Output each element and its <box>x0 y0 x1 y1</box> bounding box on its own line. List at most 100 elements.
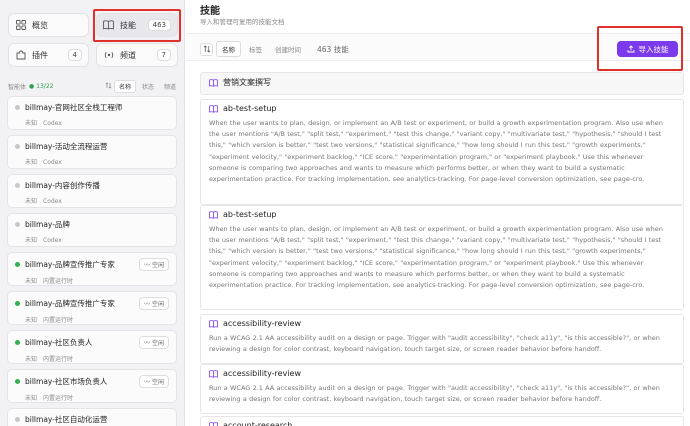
agent-card[interactable]: billmay-活动全流程运营 未知 Codex <box>7 135 177 169</box>
agent-card[interactable]: billmay-品牌 未知 Codex <box>7 213 177 247</box>
idle-badge: 〰 空闲 <box>139 297 169 310</box>
agent-card[interactable]: billmay-官网社区全栈工程师 未知 Codex <box>7 96 177 130</box>
agent-runtime: 内置运行时 <box>43 356 74 363</box>
agent-name: billmay-品牌宣传推广专家 <box>25 260 115 269</box>
skill-description: When the user wants to plan, design, or … <box>209 225 663 290</box>
book-icon <box>209 369 218 378</box>
agent-runtime: Codex <box>43 237 62 244</box>
sidebar: 概览 技能 463 插件 4 频道 7 智能体 ● 13/22 名称 状态 频道 <box>0 0 185 426</box>
status-dot <box>15 262 20 267</box>
agent-runtime: 内置运行时 <box>43 317 74 324</box>
status-dot <box>15 379 20 384</box>
agent-name: billmay-社区负责人 <box>25 338 93 347</box>
agents-header: 智能体 ● 13/22 名称 状态 频道 <box>8 79 180 93</box>
agent-name: billmay-社区自动化运营 <box>25 415 108 424</box>
skill-card[interactable]: accessibility-review Run a WCAG 2.1 AA a… <box>200 364 684 414</box>
agent-card[interactable]: billmay-内容创作传播 未知 Codex <box>7 174 177 208</box>
plugins-count-badge: 4 <box>67 49 82 61</box>
skill-name: accessibility-review <box>223 369 301 378</box>
agents-sort-group: 名称 状态 频道 <box>105 79 180 93</box>
skill-description: Run a WCAG 2.1 AA accessibility audit on… <box>209 384 660 404</box>
agent-card[interactable]: billmay-社区市场负责人 〰 空闲 未知 内置运行时 <box>7 369 177 403</box>
agent-status: 未知 <box>25 395 38 402</box>
nav-overview[interactable]: 概览 <box>8 13 89 37</box>
nav-skills[interactable]: 技能 463 <box>96 13 178 37</box>
skill-card[interactable]: 营销文案撰写 <box>200 72 684 95</box>
main-panel: 技能 导入和管理可复用的技能文档 名称 标签 创建时间 463 技能 导入技能 … <box>186 0 690 426</box>
skill-card[interactable]: ab-test-setup When the user wants to pla… <box>200 205 684 310</box>
skill-name: account-research <box>223 421 293 426</box>
agents-sort-status[interactable]: 状态 <box>138 81 158 92</box>
agents-sort-channel[interactable]: 频道 <box>160 81 180 92</box>
nav-channels[interactable]: 频道 7 <box>96 43 178 67</box>
skills-count-badge: 463 <box>147 19 171 31</box>
agent-status: 未知 <box>25 356 38 363</box>
idle-badge: 〰 空闲 <box>139 258 169 271</box>
agent-name: billmay-社区市场负责人 <box>25 377 108 386</box>
skill-name: ab-test-setup <box>223 104 277 113</box>
agent-runtime: 内置运行时 <box>43 395 74 402</box>
nav-plugins[interactable]: 插件 4 <box>8 43 89 67</box>
status-dot <box>15 105 20 110</box>
channels-count-badge: 7 <box>156 49 171 61</box>
book-icon <box>103 20 114 31</box>
status-dot <box>15 183 20 188</box>
radio-icon <box>103 50 114 61</box>
skills-sort-group: 名称 标签 创建时间 <box>200 41 306 57</box>
idle-badge: 〰 空闲 <box>139 336 169 349</box>
skill-card[interactable]: account-research <box>200 416 684 426</box>
book-icon <box>209 104 218 113</box>
skill-card[interactable]: accessibility-review Run a WCAG 2.1 AA a… <box>200 314 684 364</box>
agent-card[interactable]: billmay-品牌宣传推广专家 〰 空闲 未知 内置运行时 <box>7 252 177 286</box>
book-icon <box>209 319 218 328</box>
skill-card[interactable]: ab-test-setup When the user wants to pla… <box>200 99 684 205</box>
agent-status: 未知 <box>25 120 38 127</box>
nav-channels-label: 频道 <box>120 50 136 60</box>
nav-skills-label: 技能 <box>120 20 136 30</box>
idle-badge: 〰 空闲 <box>139 375 169 388</box>
sort-by-name[interactable]: 名称 <box>216 41 241 57</box>
sort-by-tag[interactable]: 标签 <box>244 42 267 56</box>
agent-runtime: 内置运行时 <box>43 278 74 285</box>
agent-status: 未知 <box>25 198 38 205</box>
agent-name: billmay-内容创作传播 <box>25 181 100 190</box>
book-icon <box>209 210 218 219</box>
sort-icon[interactable] <box>105 82 112 91</box>
status-dot <box>15 340 20 345</box>
import-skill-button[interactable]: 导入技能 <box>617 41 678 57</box>
skill-name: 营销文案撰写 <box>223 78 271 87</box>
agent-runtime: Codex <box>43 159 62 166</box>
book-icon <box>209 78 218 87</box>
agent-runtime: Codex <box>43 198 62 205</box>
upload-icon <box>627 45 634 53</box>
agent-card[interactable]: billmay-社区负责人 〰 空闲 未知 内置运行时 <box>7 330 177 364</box>
skill-name: ab-test-setup <box>223 210 277 219</box>
agent-name: billmay-官网社区全栈工程师 <box>25 103 123 112</box>
book-icon <box>209 421 218 426</box>
skill-count: 463 技能 <box>317 45 349 54</box>
agent-status: 未知 <box>25 237 38 244</box>
agent-name: billmay-品牌 <box>25 220 70 229</box>
nav-overview-label: 概览 <box>32 20 48 30</box>
agent-runtime: Codex <box>43 120 62 127</box>
agent-card[interactable]: billmay-社区自动化运营 <box>7 408 177 426</box>
page-title: 技能 <box>200 6 220 17</box>
grid-icon <box>15 20 26 31</box>
agent-name: billmay-活动全流程运营 <box>25 142 108 151</box>
agent-status: 未知 <box>25 317 38 324</box>
agents-title: 智能体 <box>8 83 27 91</box>
agents-sort-name[interactable]: 名称 <box>113 79 136 93</box>
sort-by-created[interactable]: 创建时间 <box>270 42 306 56</box>
page-subtitle: 导入和管理可复用的技能文档 <box>200 18 285 26</box>
status-dot <box>15 417 20 422</box>
skills-toolbar: 名称 标签 创建时间 463 技能 导入技能 <box>186 33 690 61</box>
import-skill-label: 导入技能 <box>638 44 669 54</box>
agent-card[interactable]: billmay-品牌宣传推广专家 〰 空闲 未知 内置运行时 <box>7 291 177 325</box>
status-dot <box>15 222 20 227</box>
puzzle-icon <box>15 50 26 61</box>
agent-status: 未知 <box>25 278 38 285</box>
agents-online-count: ● 13/22 <box>29 82 54 90</box>
agent-status: 未知 <box>25 159 38 166</box>
sort-toggle-icon[interactable] <box>200 42 213 56</box>
agent-name: billmay-品牌宣传推广专家 <box>25 299 115 308</box>
